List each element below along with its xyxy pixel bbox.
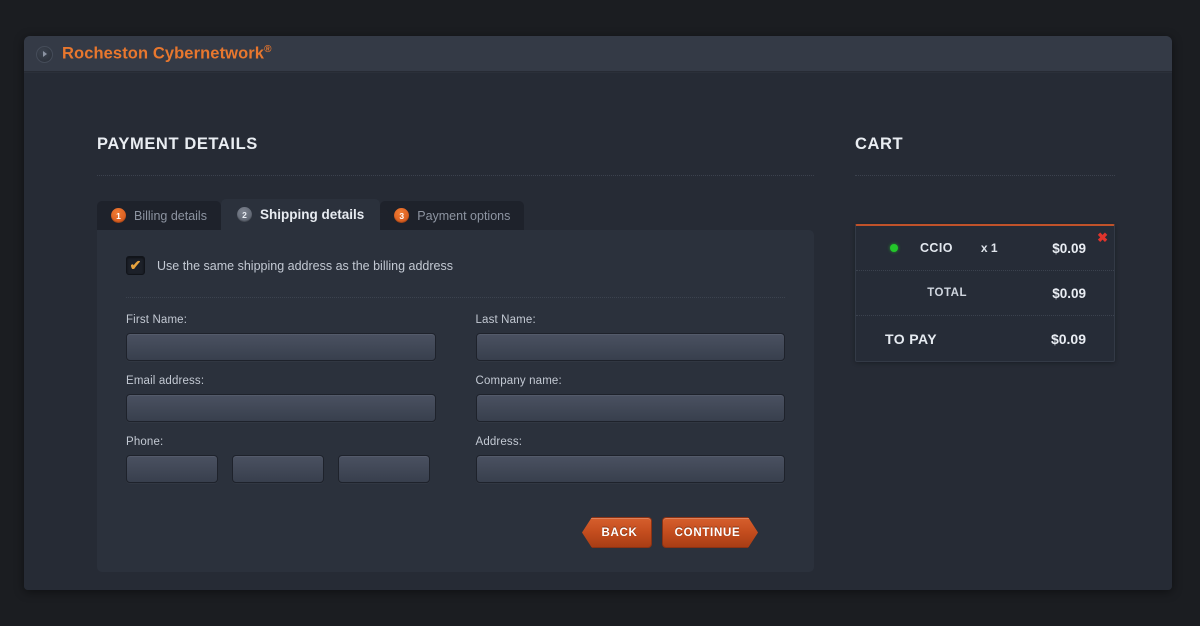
cart-item-row: CCIO x 1 $0.09 ✖ [856,226,1114,271]
first-name-input[interactable] [126,333,436,361]
phone-input-group [126,455,436,483]
title-divider [97,175,814,176]
field-first-name: First Name: [126,314,436,361]
continue-button[interactable]: CONTINUE [662,517,758,548]
close-x-icon[interactable]: ✖ [1097,231,1108,244]
brand-trademark: ® [264,44,272,56]
company-name-label: Company name: [475,375,562,387]
brand-title-text: Rocheston Cybernetwork [62,44,265,63]
field-company-name: Company name: [475,375,785,422]
company-name-input[interactable] [475,394,785,422]
checkmark-icon: ✔ [129,257,142,273]
cart-total-row: TOTAL $0.09 [856,271,1114,316]
tab-label-payment: Payment options [417,208,511,223]
cart-item-name: CCIO [920,241,953,255]
cart-total-label: TOTAL [927,287,967,299]
cart-to-pay-label: TO PAY [885,330,937,347]
first-name-label: First Name: [126,314,188,326]
address-label: Address: [475,436,523,448]
address-input[interactable] [475,455,785,483]
email-label: Email address: [126,375,205,387]
cart-title-divider [855,175,1115,176]
field-address: Address: [475,436,785,483]
cart-total-value: $0.09 [1052,285,1086,301]
cart-to-pay-value: $0.09 [1050,330,1086,347]
same-address-checkbox[interactable]: ✔ [126,256,145,275]
last-name-input[interactable] [475,333,785,361]
tab-payment-options[interactable]: 3 Payment options [380,201,525,230]
tab-label-shipping: Shipping details [259,207,365,222]
cart-column: CART CCIO x 1 $0.09 ✖ TOTAL $0.09 TO PAY… [855,135,1115,362]
window-body: PAYMENT DETAILS 1 Billing details 2 Ship… [24,73,1172,590]
tab-label-billing: Billing details [134,208,207,223]
phone-label: Phone: [126,436,164,448]
phone-input-part-2[interactable] [232,455,324,483]
tab-badge-1: 1 [111,208,126,223]
shipping-details-panel: ✔ Use the same shipping address as the b… [97,230,814,572]
same-address-row: ✔ Use the same shipping address as the b… [126,256,785,275]
cart-card: CCIO x 1 $0.09 ✖ TOTAL $0.09 TO PAY $0.0… [855,224,1115,362]
in-stock-dot-icon [890,244,898,252]
field-last-name: Last Name: [475,314,785,361]
tab-badge-3: 3 [394,208,410,223]
page-title: PAYMENT DETAILS [97,135,258,153]
back-button[interactable]: BACK [582,517,652,548]
cart-item-price: $0.09 [1052,240,1086,256]
play-circle-icon[interactable] [36,45,53,63]
same-address-label: Use the same shipping address as the bil… [157,258,454,273]
last-name-label: Last Name: [475,314,536,326]
cart-title: CART [855,135,904,153]
brand-title: Rocheston Cybernetwork® [62,44,272,64]
phone-input-part-3[interactable] [338,455,430,483]
tab-shipping-details[interactable]: 2 Shipping details [220,199,381,230]
tab-billing-details[interactable]: 1 Billing details [97,201,221,230]
payment-details-column: PAYMENT DETAILS 1 Billing details 2 Ship… [97,135,814,572]
title-bar: Rocheston Cybernetwork® [24,36,1172,73]
application-window: Rocheston Cybernetwork® PAYMENT DETAILS … [24,36,1172,590]
email-input[interactable] [126,394,436,422]
field-phone: Phone: [126,436,436,483]
shipping-form-fields: First Name: Last Name: Email address: Co… [126,314,785,497]
cart-to-pay-row: TO PAY $0.09 [856,316,1114,361]
checkout-tabs: 1 Billing details 2 Shipping details 3 P… [97,199,814,230]
panel-divider [126,297,785,298]
field-email: Email address: [126,375,436,422]
form-actions: BACK CONTINUE [126,517,785,548]
phone-input-part-1[interactable] [126,455,218,483]
cart-item-quantity: x 1 [980,241,998,255]
tab-badge-2: 2 [236,207,252,222]
